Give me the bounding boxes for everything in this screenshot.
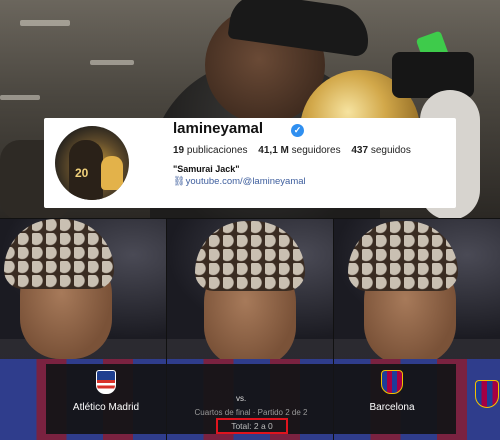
profile-link[interactable]: ⛓ youtube.com/@lamineyamal (173, 176, 306, 187)
followers-label: seguidores (291, 145, 341, 156)
posts-stat[interactable]: 19 publicaciones (173, 145, 248, 156)
profile-stats: 19 publicaciones 41,1 M seguidores 437 s… (173, 145, 419, 156)
ceiling-light (20, 20, 70, 26)
round-info: Cuartos de final · Partido 2 de 2 (194, 408, 308, 417)
atletico-crest-icon (96, 370, 116, 394)
match-result-bar[interactable]: Atlético Madrid vs. Barcelona Cuartos de… (46, 364, 456, 434)
aggregate-total: Total: 2 a 0 (216, 418, 288, 434)
camera (392, 52, 474, 98)
home-team[interactable]: Atlético Madrid (46, 370, 166, 413)
ceiling-light (0, 95, 40, 100)
followers-stat[interactable]: 41,1 M seguidores (258, 145, 340, 156)
link-icon: ⛓ (173, 176, 186, 187)
barcelona-crest-icon (475, 380, 499, 408)
verified-badge-icon: ✓ (291, 124, 304, 137)
avatar-number: 20 (75, 166, 89, 180)
posts-label: publicaciones (186, 145, 248, 156)
profile-bio: "Samurai Jack" (173, 164, 240, 174)
ceiling-light (90, 60, 134, 65)
following-label: seguidos (370, 145, 411, 156)
profile-link-text[interactable]: youtube.com/@lamineyamal (186, 176, 306, 187)
avatar-trophy (101, 156, 123, 190)
following-stat[interactable]: 437 seguidos (351, 145, 411, 156)
followers-count: 41,1 M (258, 145, 289, 156)
instagram-profile-card: 20 lamineyamal ✓ 19 publicaciones 41,1 M… (44, 118, 456, 208)
profile-username[interactable]: lamineyamal (173, 120, 263, 137)
posts-count: 19 (173, 145, 185, 156)
barcelona-crest-icon (381, 370, 403, 394)
profile-avatar[interactable]: 20 (55, 126, 129, 200)
away-team[interactable]: Barcelona (332, 370, 452, 413)
vs-label: vs. (236, 394, 247, 403)
following-count: 437 (351, 145, 369, 156)
